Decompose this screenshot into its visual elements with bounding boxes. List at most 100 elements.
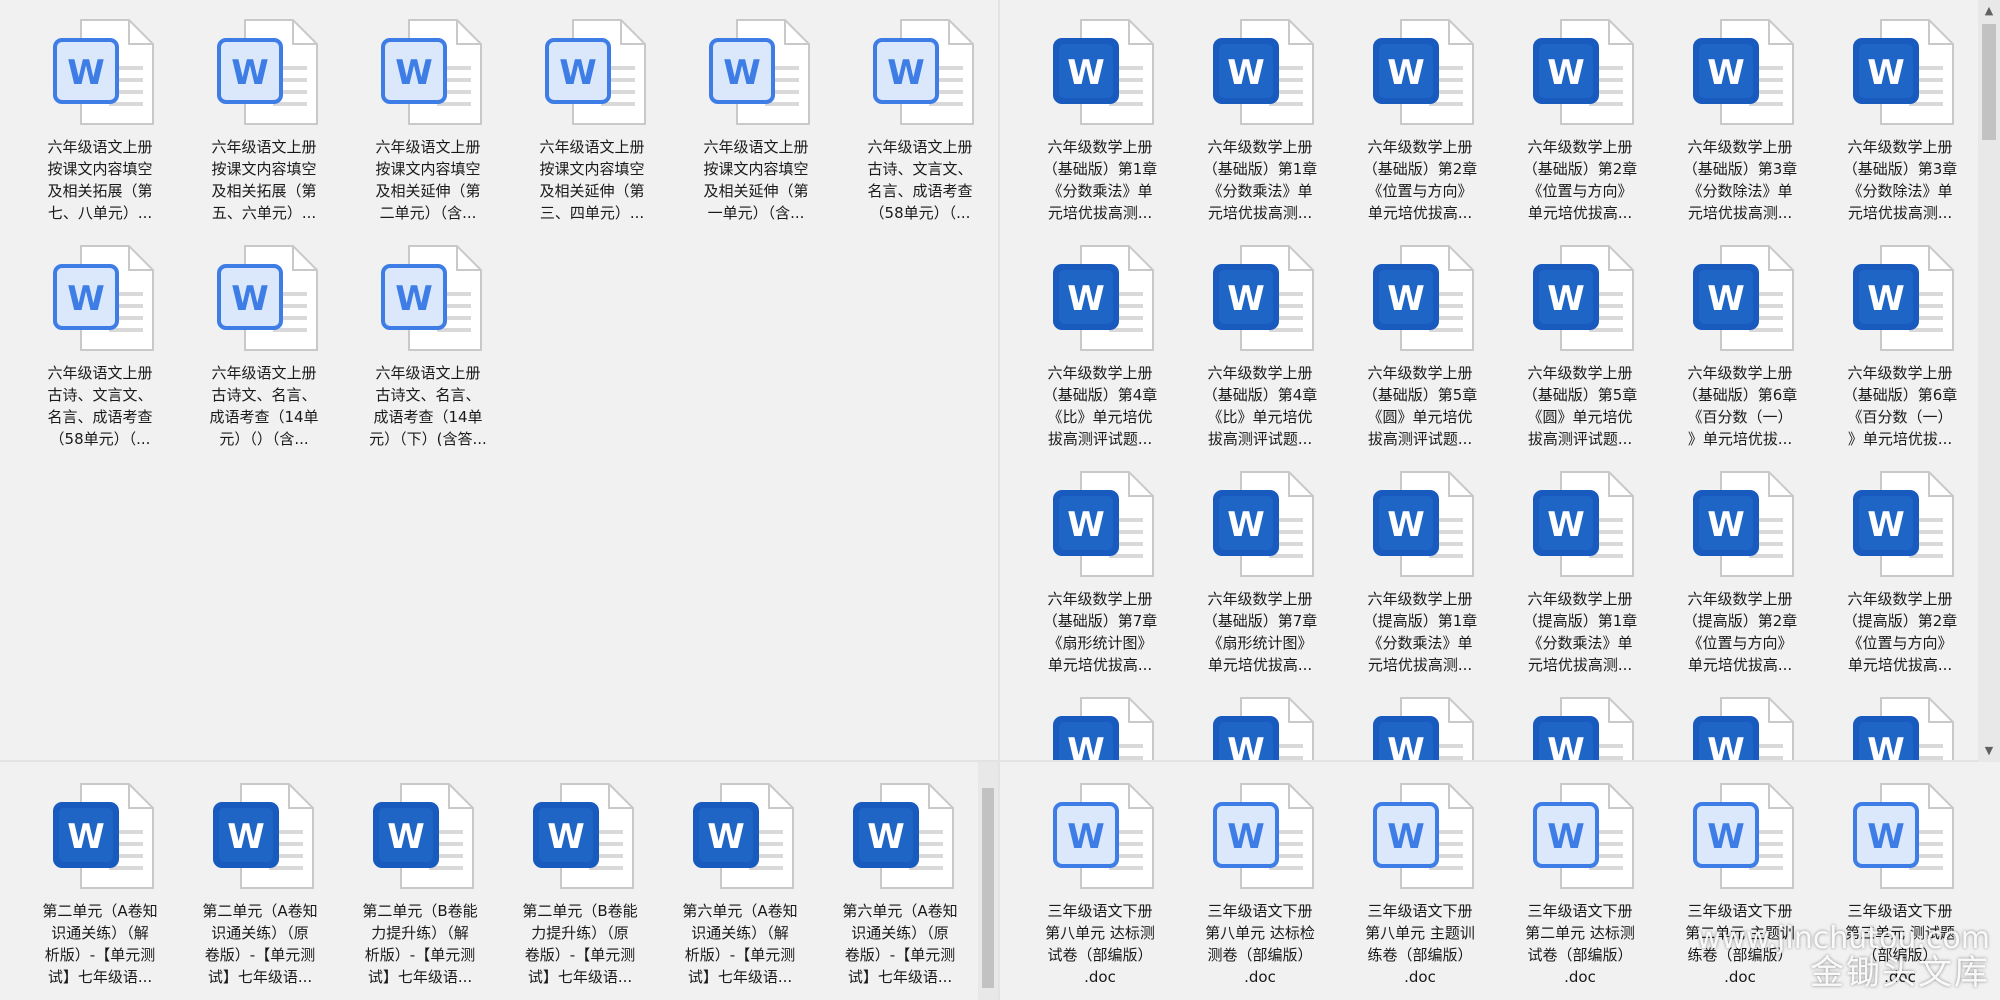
file-item[interactable]: W 三年级语文下册 第八单元 主题训 练卷（部编版） .doc xyxy=(1340,782,1500,992)
svg-text:W: W xyxy=(723,53,761,93)
scroll-up-arrow-icon[interactable]: ▲ xyxy=(1978,0,2000,22)
file-item[interactable]: W 六年级数学上册 （基础版）第6章 《百分数（一） 》单元培优拔... xyxy=(1820,244,1980,454)
word-document-icon: W xyxy=(1531,244,1637,354)
scrollbar-right[interactable]: ▲ ▼ xyxy=(1978,0,2000,762)
file-grid-top-right: W 六年级数学上册 （基础版）第1章 《分数乘法》单 元培优拔高测... W 六年级数… xyxy=(1000,0,2000,762)
file-item[interactable]: W 六年级数学上册 （提高版）第1章 《分数乘法》单 元培优拔高测... xyxy=(1340,470,1500,680)
file-item[interactable]: W 三年级语文下册 第三单元 测试题 （部编版） .doc xyxy=(1820,782,1980,992)
svg-text:W: W xyxy=(1867,817,1905,857)
svg-text:W: W xyxy=(1067,279,1105,319)
file-item[interactable]: W 六年级语文上册 按课文内容填空 及相关延伸（第 二单元）（含... xyxy=(348,18,508,228)
word-document-icon: W xyxy=(1051,782,1157,892)
svg-text:W: W xyxy=(387,817,425,857)
svg-text:W: W xyxy=(1547,817,1585,857)
file-item[interactable]: W xyxy=(1180,696,1340,762)
word-document-icon: W xyxy=(1851,244,1957,354)
file-item[interactable]: W 六年级数学上册 （提高版）第2章 《位置与方向》 单元培优拔高... xyxy=(1660,470,1820,680)
word-document-icon: W xyxy=(1051,244,1157,354)
word-document-icon: W xyxy=(851,782,957,892)
scrollbar-thumb[interactable] xyxy=(982,788,994,988)
file-name-label: 三年级语文下册 第八单元 达标测 试卷（部编版） .doc xyxy=(1045,902,1155,986)
word-document-icon: W xyxy=(1691,470,1797,580)
svg-text:W: W xyxy=(1547,53,1585,93)
file-item[interactable]: W 六年级数学上册 （基础版）第1章 《分数乘法》单 元培优拔高测... xyxy=(1020,18,1180,228)
file-item[interactable]: W 第二单元（A卷知 识通关练）（原 卷版）-【单元测 试】七年级语... xyxy=(180,782,340,992)
file-item[interactable]: W 六年级数学上册 （基础版）第3章 《分数除法》单 元培优拔高测... xyxy=(1820,18,1980,228)
word-document-icon: W xyxy=(1371,18,1477,128)
word-document-icon: W xyxy=(215,244,321,354)
file-name-label: 六年级语文上册 按课文内容填空 及相关延伸（第 三、四单元）... xyxy=(539,138,645,222)
word-document-icon: W xyxy=(1051,470,1157,580)
file-item[interactable]: W 六年级语文上册 古诗文、名言、 成语考查（14单 元）（）（含... xyxy=(184,244,344,454)
word-document-icon: W xyxy=(51,244,157,354)
word-document-icon: W xyxy=(1211,18,1317,128)
file-item[interactable]: W 六年级语文上册 按课文内容填空 及相关延伸（第 三、四单元）... xyxy=(512,18,672,228)
word-document-icon: W xyxy=(1371,470,1477,580)
file-item[interactable]: W 第二单元（B卷能 力提升练）（解 析版）-【单元测 试】七年级语... xyxy=(340,782,500,992)
file-item[interactable]: W 第二单元（B卷能 力提升练）（原 卷版）-【单元测 试】七年级语... xyxy=(500,782,660,992)
file-name-label: 六年级数学上册 （提高版）第2章 《位置与方向》 单元培优拔高... xyxy=(1682,590,1798,674)
word-document-icon: W xyxy=(371,782,477,892)
svg-text:W: W xyxy=(1227,817,1265,857)
file-item[interactable]: W 六年级数学上册 （提高版）第2章 《位置与方向》 单元培优拔高... xyxy=(1820,470,1980,680)
file-item[interactable]: W xyxy=(1500,696,1660,762)
file-item[interactable]: W 三年级语文下册 第二单元 主题训 练卷（部编版） .doc xyxy=(1660,782,1820,992)
scroll-down-arrow-icon[interactable]: ▼ xyxy=(1978,740,2000,762)
file-item[interactable]: W 六年级语文上册 古诗、文言文、 名言、成语考查 （58单元）（... xyxy=(840,18,1000,228)
file-item[interactable]: W 三年级语文下册 第八单元 达标测 试卷（部编版） .doc xyxy=(1020,782,1180,992)
file-item[interactable]: W 三年级语文下册 第八单元 达标检 测卷（部编版） .doc xyxy=(1180,782,1340,992)
file-name-label: 六年级语文上册 古诗、文言文、 名言、成语考查 （58单元）（... xyxy=(867,138,973,222)
word-document-icon: W xyxy=(1851,696,1957,762)
word-document-icon: W xyxy=(707,18,813,128)
file-item[interactable]: W 六年级数学上册 （基础版）第5章 《圆》单元培优 拔高测评试题... xyxy=(1500,244,1660,454)
svg-text:W: W xyxy=(1547,279,1585,319)
file-grid-top-left: W 六年级语文上册 按课文内容填空 及相关拓展（第 七、八单元）... W 六年级语文… xyxy=(0,0,1000,762)
panel-divider-horizontal xyxy=(0,760,2000,762)
file-item[interactable]: W 六年级语文上册 古诗文、名言、 成语考查（14单 元）（下）(含答... xyxy=(348,244,508,454)
file-item[interactable]: W 六年级数学上册 （基础版）第3章 《分数除法》单 元培优拔高测... xyxy=(1660,18,1820,228)
word-document-icon: W xyxy=(543,18,649,128)
svg-text:W: W xyxy=(1227,279,1265,319)
file-item[interactable]: W 三年级语文下册 第二单元 达标测 试卷（部编版） .doc xyxy=(1500,782,1660,992)
file-name-label: 六年级语文上册 古诗、文言文、 名言、成语考查 （58单元）（... xyxy=(47,364,153,448)
file-item[interactable]: W 六年级数学上册 （基础版）第2章 《位置与方向》 单元培优拔高... xyxy=(1500,18,1660,228)
file-item[interactable]: W 第六单元（A卷知 识通关练）（解 析版）-【单元测 试】七年级语... xyxy=(660,782,820,992)
file-item[interactable]: W xyxy=(1660,696,1820,762)
file-item[interactable]: W xyxy=(1820,696,1980,762)
file-item[interactable]: W 六年级数学上册 （基础版）第2章 《位置与方向》 单元培优拔高... xyxy=(1340,18,1500,228)
file-item[interactable]: W 六年级数学上册 （基础版）第1章 《分数乘法》单 元培优拔高测... xyxy=(1180,18,1340,228)
scrollbar-bottom-left[interactable] xyxy=(978,762,998,1000)
word-document-icon: W xyxy=(379,18,485,128)
file-item[interactable]: W 六年级数学上册 （基础版）第7章 《扇形统计图》 单元培优拔高... xyxy=(1180,470,1340,680)
file-item[interactable]: W 六年级语文上册 古诗、文言文、 名言、成语考查 （58单元）（... xyxy=(20,244,180,454)
file-item[interactable]: W 六年级语文上册 按课文内容填空 及相关拓展（第 七、八单元）... xyxy=(20,18,180,228)
svg-text:W: W xyxy=(1387,817,1425,857)
svg-text:W: W xyxy=(67,279,105,319)
file-name-label: 六年级语文上册 古诗文、名言、 成语考查（14单 元）（下）(含答... xyxy=(369,364,487,448)
svg-text:W: W xyxy=(1547,505,1585,545)
word-document-icon: W xyxy=(871,18,977,128)
file-item[interactable]: W 六年级数学上册 （提高版）第1章 《分数乘法》单 元培优拔高测... xyxy=(1500,470,1660,680)
file-item[interactable]: W 六年级数学上册 （基础版）第6章 《百分数（一） 》单元培优拔... xyxy=(1660,244,1820,454)
file-item[interactable]: W xyxy=(1340,696,1500,762)
word-document-icon: W xyxy=(51,18,157,128)
scrollbar-thumb[interactable] xyxy=(1982,24,1996,140)
file-name-label: 六年级语文上册 按课文内容填空 及相关延伸（第 一单元）（含... xyxy=(703,138,809,222)
file-item[interactable]: W 六年级数学上册 （基础版）第7章 《扇形统计图》 单元培优拔高... xyxy=(1020,470,1180,680)
file-item[interactable]: W 六年级语文上册 按课文内容填空 及相关拓展（第 五、六单元）... xyxy=(184,18,344,228)
word-document-icon: W xyxy=(1531,470,1637,580)
file-item[interactable]: W 六年级数学上册 （基础版）第4章 《比》单元培优 拔高测评试题... xyxy=(1180,244,1340,454)
svg-text:W: W xyxy=(547,817,585,857)
file-item[interactable]: W 六年级数学上册 （基础版）第4章 《比》单元培优 拔高测评试题... xyxy=(1020,244,1180,454)
file-item[interactable]: W 六年级语文上册 按课文内容填空 及相关延伸（第 一单元）（含... xyxy=(676,18,836,228)
file-item[interactable]: W xyxy=(1020,696,1180,762)
word-document-icon: W xyxy=(1051,18,1157,128)
file-item[interactable]: W 第二单元（A卷知 识通关练）（解 析版）-【单元测 试】七年级语... xyxy=(20,782,180,992)
svg-text:W: W xyxy=(227,817,265,857)
file-item[interactable]: W 第六单元（A卷知 识通关练）（原 卷版）-【单元测 试】七年级语... xyxy=(820,782,980,992)
svg-text:W: W xyxy=(1067,53,1105,93)
file-name-label: 六年级数学上册 （基础版）第5章 《圆》单元培优 拔高测评试题... xyxy=(1522,364,1638,448)
svg-text:W: W xyxy=(1067,731,1105,762)
svg-text:W: W xyxy=(231,53,269,93)
file-item[interactable]: W 六年级数学上册 （基础版）第5章 《圆》单元培优 拔高测评试题... xyxy=(1340,244,1500,454)
